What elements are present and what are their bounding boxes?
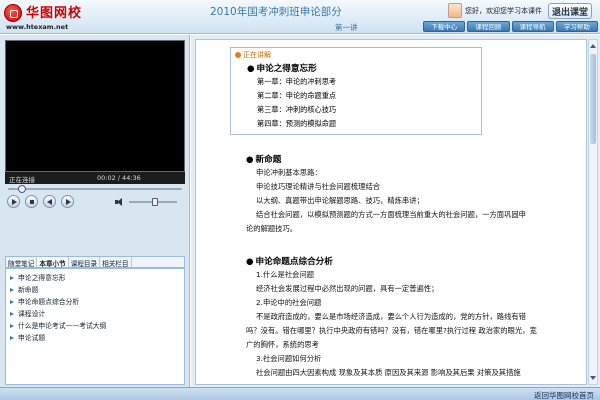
next-icon[interactable] xyxy=(61,195,74,208)
welcome-area: 您好，欢迎您学习本课件 退出课堂 xyxy=(448,3,598,19)
outline-item[interactable]: 什么是申论考试——考试大纲 xyxy=(6,320,184,332)
now-explaining-text: 正在讲解 xyxy=(243,51,271,59)
video-player[interactable] xyxy=(5,40,185,172)
paragraph-line: 广的胸怀，系统的思考 xyxy=(246,340,319,349)
seek-bar[interactable] xyxy=(5,185,185,193)
content-scrollbar[interactable] xyxy=(588,39,598,385)
tab-notes[interactable]: 随堂笔记 xyxy=(6,257,38,268)
paragraph-line: 经济社会发展过程中必然出现的问题，具有一定普遍性； xyxy=(256,284,439,293)
volume-slider-handle[interactable] xyxy=(152,198,159,206)
section-heading: 新命题 xyxy=(246,153,282,165)
paragraph-line: 论的解题技巧。 xyxy=(246,224,298,233)
stop-icon[interactable] xyxy=(25,195,38,208)
paragraph-line: 1.什么是社会问题 xyxy=(256,270,315,279)
tab-chapter-summary[interactable]: 本章小节 xyxy=(37,257,69,268)
chapter-item: 第二章：申论的命题重点 xyxy=(257,91,337,100)
logo-url: www.htexam.net xyxy=(6,23,69,31)
paragraph-line: 申论冲刺基本思路： xyxy=(256,168,322,177)
paragraph-line: 申论技巧理论精讲与社会问题梳理结合 xyxy=(256,182,381,191)
now-explaining-box: 正在讲解 申论之得意忘形 第一章：申论的冲刺思考 第二章：申论的命题重点 第三章… xyxy=(230,47,482,135)
section-heading: 申论命题点综合分析 xyxy=(246,255,333,267)
logo-name: 华图网校 xyxy=(26,6,83,21)
seek-handle[interactable] xyxy=(17,185,26,193)
scrollbar-thumb[interactable] xyxy=(590,54,596,144)
player-status: 正在连接 xyxy=(9,176,35,184)
volume-icon[interactable] xyxy=(115,198,125,206)
player-controls xyxy=(5,194,185,210)
download-center-button[interactable]: 下载中心 xyxy=(423,21,466,32)
section-heading: 申论之得意忘形 xyxy=(247,62,317,74)
outline-item[interactable]: 课程设计 xyxy=(6,308,184,320)
paragraph-line: 结合社会问题，以模拟预测题的方式一方面梳理当前重大的社会问题，一方面巩固申 xyxy=(256,210,526,219)
outline-item[interactable]: 申论命题点综合分析 xyxy=(6,296,184,308)
course-title: 2010年国考冲刺班申论部分 xyxy=(210,6,342,18)
paragraph-line: 3.社会问题如何分析 xyxy=(256,354,322,363)
footer-bar: 返回华图网校首页 xyxy=(0,387,600,400)
paragraph-line: 2.申论中的社会问题 xyxy=(256,298,322,307)
scroll-down-icon[interactable] xyxy=(590,374,596,382)
chapter-item: 第三章：冲刺的核心技巧 xyxy=(257,105,337,114)
play-icon[interactable] xyxy=(7,195,20,208)
back-to-home-link[interactable]: 返回华图网校首页 xyxy=(534,390,594,400)
outline-item[interactable]: 申论之得意忘形 xyxy=(6,272,184,284)
now-explaining-icon xyxy=(235,52,241,58)
logo[interactable]: 华图网校 www.htexam.net xyxy=(4,2,100,32)
left-panel: 正在连接 00:02 / 44:36 随堂笔记 本章小节 课程目录 相关栏目 申… xyxy=(0,35,190,387)
chapter-item: 第一章：申论的冲刺思考 xyxy=(257,77,337,86)
chapter-item: 第四章：预测的模拟命题 xyxy=(257,119,337,128)
paragraph-line: 吗？没有。错在哪里？执行中央政府有错吗？没有，错在哪里?执行过程 政治家的眼光，… xyxy=(246,326,537,335)
outline-item[interactable]: 新命题 xyxy=(6,284,184,296)
content-frame: 正在讲解 申论之得意忘形 第一章：申论的冲刺思考 第二章：申论的命题重点 第三章… xyxy=(191,35,600,387)
welcome-text: 您好，欢迎您学习本课件 xyxy=(465,7,542,15)
player-status-bar: 正在连接 00:02 / 44:36 xyxy=(5,172,185,184)
previous-icon[interactable] xyxy=(43,195,56,208)
exit-classroom-button[interactable]: 退出课堂 xyxy=(548,3,593,19)
learning-help-button[interactable]: 学习帮助 xyxy=(555,21,598,32)
scroll-up-icon[interactable] xyxy=(590,42,596,50)
course-review-button[interactable]: 课程回顾 xyxy=(467,21,510,32)
avatar-icon xyxy=(448,3,462,18)
paragraph-line: 以大纲、真题带出申论解题思路、技巧，精炼串讲； xyxy=(256,196,424,205)
tab-course-catalog[interactable]: 课程目录 xyxy=(69,257,101,268)
paragraph-line: 不是政府造成的，要么是市场经济造成，要么个人行为造成的，党的方针，路线有错 xyxy=(256,312,526,321)
lecture-content: 正在讲解 申论之得意忘形 第一章：申论的冲刺思考 第二章：申论的命题重点 第三章… xyxy=(195,39,587,385)
course-navigation-button[interactable]: 课程导航 xyxy=(511,21,554,32)
tab-related-columns[interactable]: 相关栏目 xyxy=(100,257,132,268)
player-time: 00:02 / 44:36 xyxy=(97,174,141,182)
chapter-outline-list: 申论之得意忘形 新命题 申论命题点综合分析 课程设计 什么是申论考试——考试大纲… xyxy=(5,268,185,385)
lecture-label: 第一讲 xyxy=(335,23,358,32)
paragraph-line: 社会问题由四大因素构成 现象及其本质 原因及其来源 影响及其后果 对策及其措施 xyxy=(256,368,521,377)
sidebar-tabs: 随堂笔记 本章小节 课程目录 相关栏目 xyxy=(5,256,185,268)
outline-item[interactable]: 申论试题 xyxy=(6,332,184,344)
seek-track[interactable] xyxy=(8,188,182,190)
top-button-group: 下载中心 课程回顾 课程导航 学习帮助 xyxy=(423,21,598,32)
header-bar: 华图网校 www.htexam.net 2010年国考冲刺班申论部分 第一讲 您… xyxy=(0,0,600,34)
logo-mark-icon xyxy=(4,4,22,22)
now-explaining-label: 正在讲解 xyxy=(235,50,271,60)
